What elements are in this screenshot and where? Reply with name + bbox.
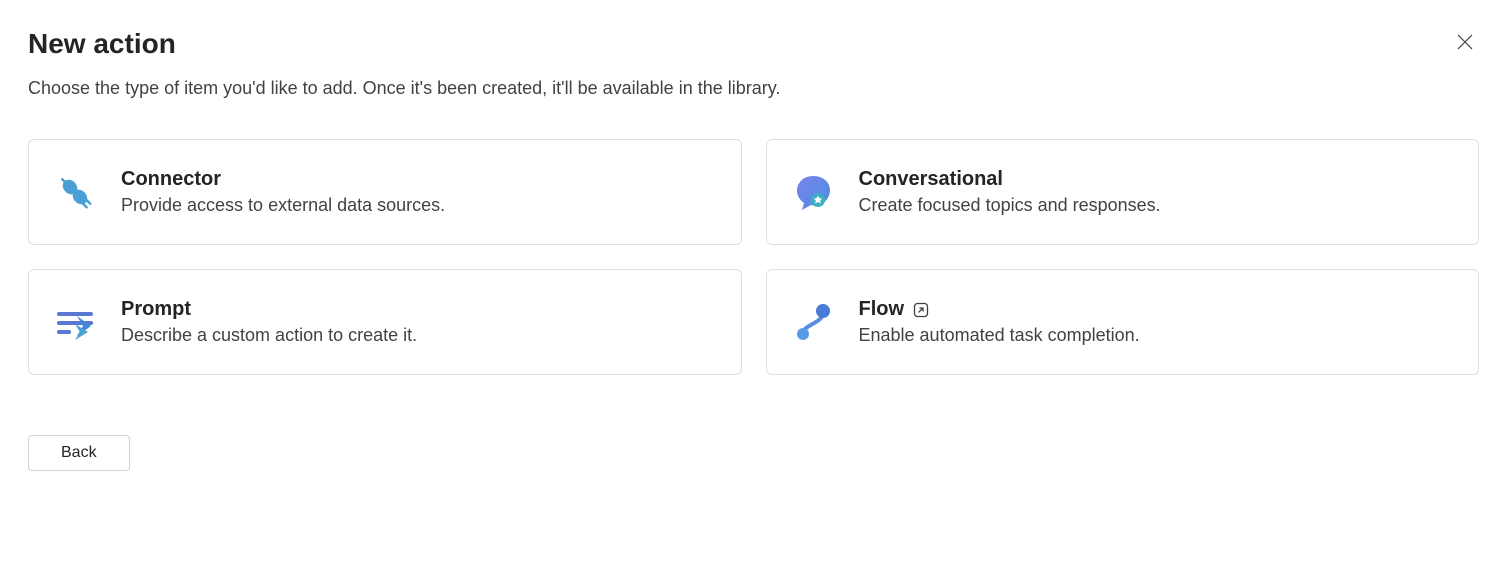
- card-title: Connector: [121, 168, 221, 191]
- flow-icon: [791, 300, 835, 344]
- conversational-icon: [791, 170, 835, 214]
- card-prompt[interactable]: Prompt Describe a custom action to creat…: [28, 269, 742, 375]
- connector-icon: [53, 170, 97, 214]
- card-title: Conversational: [859, 168, 1003, 191]
- external-link-icon: [912, 301, 930, 319]
- card-flow[interactable]: Flow Enable automated task completion.: [766, 269, 1480, 375]
- prompt-icon: [53, 300, 97, 344]
- card-description: Provide access to external data sources.: [121, 195, 445, 216]
- action-type-grid: Connector Provide access to external dat…: [28, 139, 1479, 375]
- card-description: Enable automated task completion.: [859, 325, 1140, 346]
- page-subtitle: Choose the type of item you'd like to ad…: [28, 78, 1479, 99]
- back-button[interactable]: Back: [28, 435, 130, 471]
- card-conversational[interactable]: Conversational Create focused topics and…: [766, 139, 1480, 245]
- card-connector[interactable]: Connector Provide access to external dat…: [28, 139, 742, 245]
- close-icon: [1455, 32, 1475, 55]
- page-title: New action: [28, 28, 176, 60]
- card-title: Prompt: [121, 298, 191, 321]
- card-description: Describe a custom action to create it.: [121, 325, 417, 346]
- card-description: Create focused topics and responses.: [859, 195, 1161, 216]
- card-title: Flow: [859, 298, 905, 321]
- close-button[interactable]: [1451, 28, 1479, 59]
